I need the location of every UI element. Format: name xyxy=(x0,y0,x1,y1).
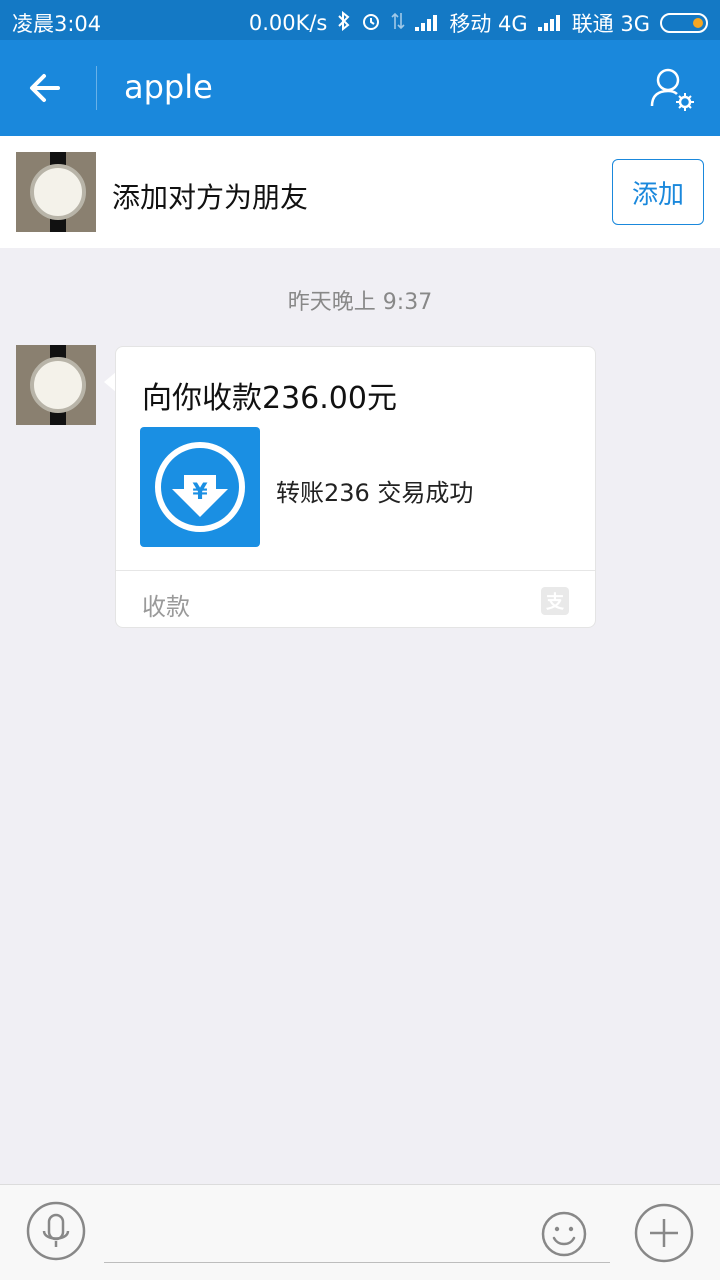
payment-description: 转账236 交易成功 xyxy=(276,479,474,507)
chat-settings-button[interactable] xyxy=(648,64,696,112)
voice-button[interactable] xyxy=(26,1201,86,1261)
battery-icon xyxy=(660,13,708,33)
message-timestamp: 昨天晚上 9:37 xyxy=(287,290,433,315)
carrier-2: 联通 3G xyxy=(571,12,650,36)
message-input[interactable] xyxy=(104,1203,610,1263)
more-button[interactable] xyxy=(634,1203,694,1263)
card-divider xyxy=(116,570,595,571)
bluetooth-icon xyxy=(337,10,351,36)
sender-avatar[interactable] xyxy=(16,345,96,425)
avatar[interactable] xyxy=(16,152,96,232)
smiley-icon xyxy=(541,1211,587,1257)
status-time: 凌晨3:04 xyxy=(12,12,102,36)
card-footer-label: 收款 xyxy=(142,593,190,621)
payment-request-card[interactable]: 向你收款236.00元 ¥ 转账236 交易成功 收款 支 xyxy=(115,346,596,628)
alarm-icon xyxy=(361,11,381,36)
arrow-left-icon xyxy=(30,74,60,102)
data-transfer-icon xyxy=(391,11,405,36)
carrier-1: 移动 4G xyxy=(449,12,528,36)
add-friend-bar: 添加对方为朋友 添加 xyxy=(0,136,720,248)
header-divider xyxy=(96,66,97,110)
page-title: apple xyxy=(124,68,213,106)
svg-text:¥: ¥ xyxy=(192,480,208,505)
add-friend-button[interactable]: 添加 xyxy=(612,159,704,225)
signal-icon xyxy=(415,15,439,31)
emoji-button[interactable] xyxy=(540,1210,588,1258)
input-bar xyxy=(0,1184,720,1280)
network-speed: 0.00K/s xyxy=(248,11,328,35)
status-indicators: 0.00K/s 移动 4G 联通 3G xyxy=(249,8,708,38)
alipay-logo-icon: 支 xyxy=(541,587,569,615)
payment-title: 向你收款236.00元 xyxy=(142,381,397,416)
signal-icon xyxy=(537,15,562,31)
status-bar: 凌晨3:04 0.00K/s 移动 4G 联通 3G xyxy=(0,0,720,40)
plus-icon xyxy=(634,1203,694,1263)
user-settings-icon xyxy=(650,68,694,111)
microphone-icon xyxy=(26,1201,86,1261)
yuan-download-icon: ¥ xyxy=(140,427,260,547)
add-friend-text: 添加对方为朋友 xyxy=(112,181,309,214)
back-button[interactable] xyxy=(22,64,74,112)
title-bar: apple xyxy=(0,40,720,136)
